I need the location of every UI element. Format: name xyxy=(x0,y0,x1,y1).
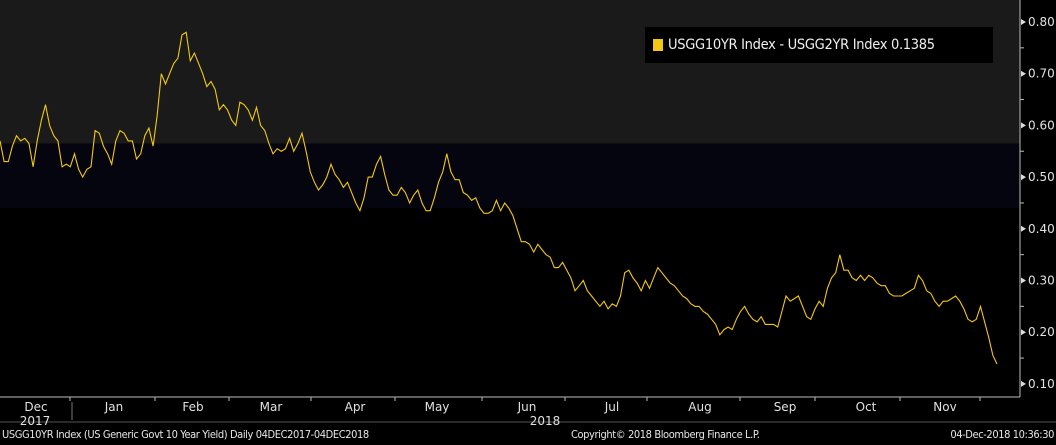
x-tick-label: Sep xyxy=(774,400,797,414)
y-tick-marker xyxy=(1021,329,1026,336)
x-tick-label: Feb xyxy=(182,400,203,414)
y-tick-marker xyxy=(1021,174,1026,181)
legend: USGG10YR Index - USGG2YR Index 0.1385 xyxy=(645,27,993,63)
footer-copyright: Copyright© 2018 Bloomberg Finance L.P. xyxy=(571,428,760,441)
y-tick-marker xyxy=(1021,277,1026,284)
y-tick-marker xyxy=(1021,19,1026,25)
legend-swatch xyxy=(653,39,663,51)
x-tick-label: Oct xyxy=(856,400,877,414)
y-tick-label: 0.10 xyxy=(1028,377,1055,391)
x-year-label: 2017 xyxy=(20,414,51,428)
legend-label: USGG10YR Index - USGG2YR Index 0.1385 xyxy=(668,37,935,53)
x-tick-label: Jun xyxy=(517,400,537,414)
y-tick-marker xyxy=(1021,70,1026,77)
x-tick-label: Jul xyxy=(604,400,619,414)
footer-description: USGG10YR Index (US Generic Govt 10 Year … xyxy=(2,428,369,441)
x-tick-label: Dec xyxy=(24,400,47,414)
x-tick-label: Mar xyxy=(260,400,283,414)
y-tick-marker xyxy=(1021,225,1026,232)
x-tick-label: May xyxy=(425,400,450,414)
upper-shade xyxy=(0,0,1020,144)
x-year-label: 2018 xyxy=(530,414,561,428)
x-tick-label: Aug xyxy=(688,400,711,414)
shaded-band xyxy=(0,143,1020,209)
y-tick-label: 0.50 xyxy=(1028,170,1055,184)
y-tick-label: 0.40 xyxy=(1028,222,1055,236)
x-tick-label: Apr xyxy=(345,400,366,414)
y-tick-label: 0.60 xyxy=(1028,118,1055,132)
x-tick-label: Nov xyxy=(933,400,956,414)
y-tick-label: 0.70 xyxy=(1028,67,1055,81)
y-tick-marker xyxy=(1021,380,1026,387)
y-tick-marker xyxy=(1021,122,1026,129)
y-tick-label: 0.30 xyxy=(1028,274,1055,288)
y-tick-label: 0.80 xyxy=(1028,15,1055,29)
y-tick-label: 0.20 xyxy=(1028,325,1055,339)
footer-timestamp: 04-Dec-2018 10:36:30 xyxy=(950,428,1054,441)
x-tick-label: Jan xyxy=(104,400,124,414)
spread-chart: 0.80 0.70 0.60 0.50 0.40 0.30 0.20 0.10 Dec Jan F… xyxy=(0,0,1056,428)
